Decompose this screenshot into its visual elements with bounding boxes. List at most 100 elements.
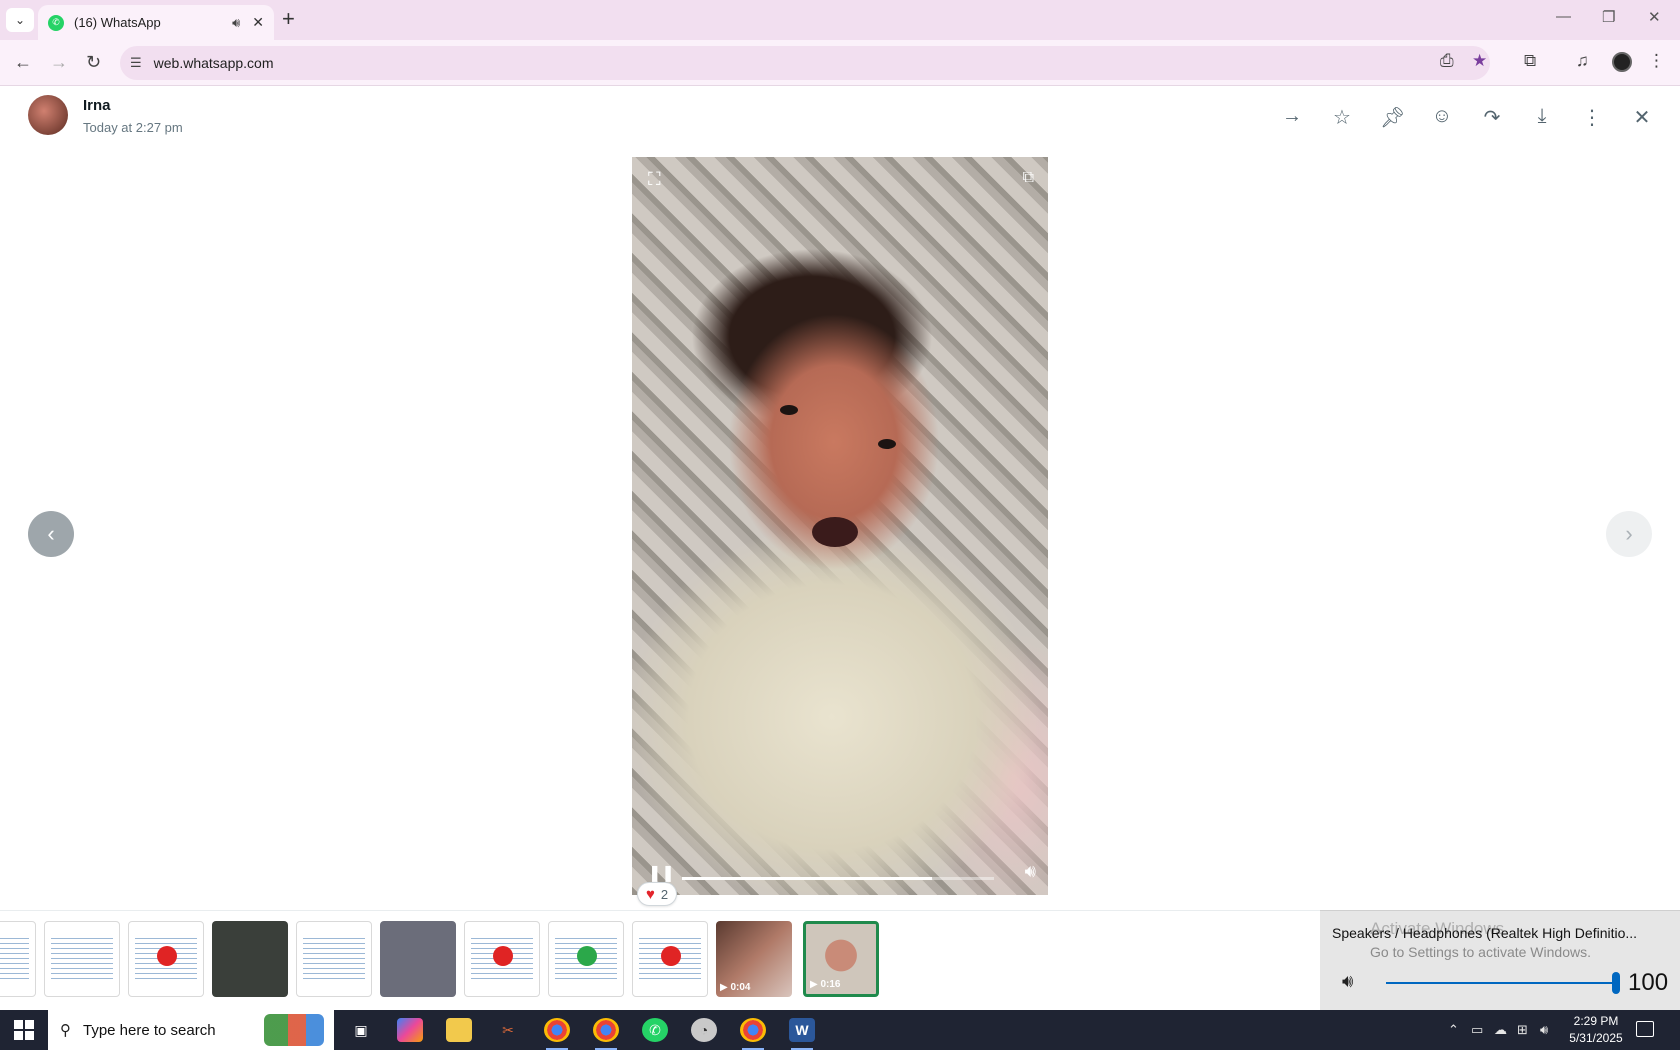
video-controls: ❚❚ 🔊︎ bbox=[632, 851, 1048, 895]
file-explorer-icon[interactable] bbox=[446, 1018, 472, 1042]
more-icon[interactable]: ⋮ bbox=[1580, 105, 1604, 130]
tab-whatsapp[interactable]: ✆ (16) WhatsApp 🔊︎ ✕ bbox=[38, 5, 274, 40]
show-hidden-icons-chevron-up-icon[interactable]: ⌃ bbox=[1448, 1022, 1459, 1038]
chrome-icon[interactable] bbox=[593, 1018, 619, 1050]
browser-menu-icon[interactable]: ⋮ bbox=[1648, 51, 1665, 71]
previous-media-button[interactable]: ‹ bbox=[28, 511, 74, 557]
search-placeholder: Type here to search bbox=[83, 1021, 216, 1039]
new-tab-button[interactable]: + bbox=[282, 8, 295, 30]
extensions-icon[interactable]: ⧉ bbox=[1524, 51, 1536, 71]
media-thumbnail[interactable] bbox=[380, 921, 456, 997]
media-control-icon[interactable]: ♫ bbox=[1576, 51, 1589, 71]
sender-name: Irna bbox=[83, 97, 111, 114]
restore-icon[interactable]: ❐ bbox=[1602, 8, 1615, 26]
whatsapp-icon[interactable]: ✆ bbox=[642, 1018, 668, 1042]
chrome-icon[interactable] bbox=[544, 1018, 570, 1050]
share-icon[interactable]: ↷ bbox=[1480, 105, 1504, 130]
tab-title: (16) WhatsApp bbox=[74, 15, 161, 30]
taskbar-clock[interactable]: 2:29 PM 5/31/2025 bbox=[1562, 1013, 1630, 1047]
notification-center-icon[interactable] bbox=[1636, 1021, 1654, 1037]
meet-icon[interactable]: ▭ bbox=[1471, 1022, 1483, 1038]
browser-tab-bar: ⌄ ✆ (16) WhatsApp 🔊︎ ✕ + — ❐ ✕ bbox=[0, 0, 1680, 40]
network-icon[interactable]: ⊞ bbox=[1517, 1022, 1528, 1038]
pin-icon[interactable]: 📌︎ bbox=[1380, 105, 1405, 130]
bookmark-star-icon[interactable]: ★ bbox=[1472, 51, 1487, 71]
video-duration: ▶ 0:16 bbox=[810, 979, 841, 990]
baby-mouth bbox=[812, 517, 858, 547]
taskbar-search-box[interactable]: ⚲ Type here to search bbox=[48, 1010, 334, 1050]
clock-time: 2:29 PM bbox=[1573, 1014, 1619, 1028]
speaker-icon[interactable]: 🔊︎ bbox=[232, 15, 240, 31]
reaction-badge[interactable]: ♥ 2 bbox=[637, 882, 678, 906]
media-thumbnail[interactable] bbox=[128, 921, 204, 997]
chrome-icon[interactable] bbox=[740, 1018, 766, 1050]
volume-tray-icon[interactable]: 🔊︎ bbox=[1540, 1022, 1548, 1038]
volume-slider[interactable] bbox=[1386, 982, 1616, 984]
forward-arrow-icon[interactable]: → bbox=[1280, 105, 1304, 128]
address-bar[interactable]: ☰ web.whatsapp.com bbox=[120, 46, 1490, 80]
tab-search-icon[interactable]: ⌄ bbox=[6, 8, 34, 32]
media-thumbnail[interactable] bbox=[212, 921, 288, 997]
media-thumbnail[interactable] bbox=[632, 921, 708, 997]
fullscreen-icon[interactable]: ⛶ bbox=[648, 169, 661, 190]
pause-icon[interactable]: ❚❚ bbox=[648, 863, 675, 883]
back-icon[interactable]: ← bbox=[14, 52, 32, 73]
volume-slider-thumb[interactable] bbox=[1612, 972, 1620, 994]
clock-date: 5/31/2025 bbox=[1569, 1031, 1623, 1045]
profile-avatar[interactable] bbox=[1612, 52, 1632, 72]
media-thumbnail[interactable] bbox=[296, 921, 372, 997]
onedrive-icon[interactable]: ☁ bbox=[1494, 1022, 1507, 1038]
volume-level: 100 bbox=[1628, 969, 1669, 996]
tab-close-icon[interactable]: ✕ bbox=[252, 14, 264, 31]
minimize-icon[interactable]: — bbox=[1556, 8, 1571, 25]
picture-in-picture-icon[interactable]: ⧉ bbox=[1023, 169, 1034, 187]
snipping-tool-icon[interactable]: ✂ bbox=[495, 1018, 521, 1042]
sent-time: Today at 2:27 pm bbox=[83, 120, 183, 135]
whatsapp-favicon-icon: ✆ bbox=[48, 14, 64, 31]
media-thumbnail[interactable] bbox=[464, 921, 540, 997]
sender-avatar[interactable] bbox=[28, 95, 68, 135]
speaker-icon[interactable]: 🔊︎ bbox=[1342, 971, 1353, 992]
reaction-count: 2 bbox=[660, 886, 669, 902]
media-viewer-header: Irna Today at 2:27 pm → ☆ 📌︎ ☺ ↷ ⤓ ⋮ ✕ bbox=[0, 87, 1680, 147]
close-icon[interactable]: ✕ bbox=[1630, 105, 1654, 130]
media-thumbnail[interactable]: ▶ 0:16 bbox=[803, 921, 879, 997]
baby-eye bbox=[878, 439, 896, 449]
star-icon[interactable]: ☆ bbox=[1330, 105, 1354, 130]
site-info-icon[interactable]: ☰ bbox=[130, 55, 142, 71]
media-thumbnail[interactable] bbox=[0, 921, 36, 997]
video-player[interactable]: ⛶ ⧉ ❚❚ 🔊︎ bbox=[632, 157, 1048, 895]
chevron-right-icon: › bbox=[1625, 521, 1633, 546]
emoji-icon[interactable]: ☺ bbox=[1430, 105, 1454, 128]
media-thumbnail[interactable] bbox=[44, 921, 120, 997]
windows-start-icon[interactable] bbox=[14, 1020, 34, 1040]
power-icon bbox=[157, 946, 177, 966]
media-thumbnail[interactable]: ▶ 0:04 bbox=[716, 921, 792, 997]
install-app-icon[interactable]: ⎙ bbox=[1440, 51, 1454, 71]
task-view-icon[interactable]: ▣ bbox=[348, 1018, 374, 1042]
forward-icon[interactable]: → bbox=[50, 52, 68, 73]
baby-eye bbox=[780, 405, 798, 415]
clock-app-icon[interactable]: ◔ bbox=[691, 1018, 717, 1042]
power-icon bbox=[661, 946, 681, 966]
window-close-icon[interactable]: ✕ bbox=[1648, 8, 1661, 26]
audio-device-name[interactable]: Speakers / Headphones (Realtek High Defi… bbox=[1332, 925, 1637, 941]
power-icon bbox=[493, 946, 513, 966]
volume-flyout: Activate Windows Speakers / Headphones (… bbox=[1320, 910, 1680, 1010]
search-highlight-image bbox=[264, 1014, 324, 1046]
word-icon[interactable]: W bbox=[789, 1018, 815, 1050]
copilot-icon[interactable] bbox=[397, 1018, 423, 1042]
download-icon[interactable]: ⤓ bbox=[1530, 105, 1554, 128]
volume-icon[interactable]: 🔊︎ bbox=[1025, 861, 1036, 882]
reload-icon[interactable]: ↻ bbox=[86, 52, 101, 73]
video-progress-fill bbox=[682, 877, 932, 880]
url-text: web.whatsapp.com bbox=[153, 55, 274, 71]
video-duration: ▶ 0:04 bbox=[720, 982, 751, 993]
media-thumbnail[interactable] bbox=[548, 921, 624, 997]
video-progress-bar[interactable] bbox=[682, 877, 994, 880]
next-media-button[interactable]: › bbox=[1606, 511, 1652, 557]
power-icon bbox=[577, 946, 597, 966]
activate-windows-hint: Go to Settings to activate Windows. bbox=[1370, 944, 1591, 960]
browser-toolbar: ← → ↻ ☰ web.whatsapp.com ⎙ ★ ⧉ ♫ ⋮ bbox=[0, 40, 1680, 86]
search-icon: ⚲ bbox=[60, 1022, 71, 1039]
